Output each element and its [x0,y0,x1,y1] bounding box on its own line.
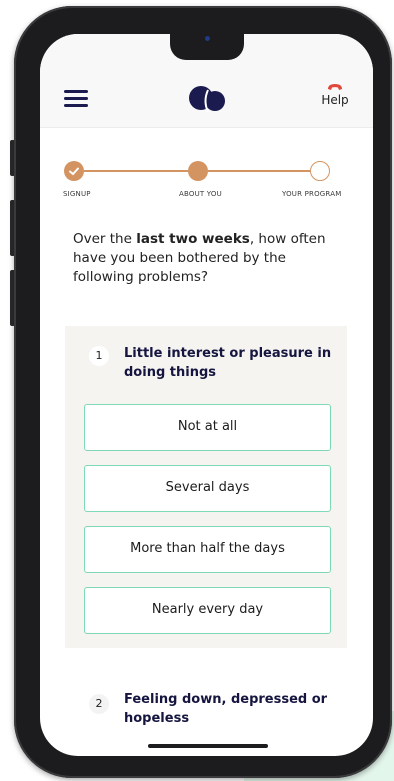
question-text: Feeling down, depressed or hopeless [124,692,328,726]
step-label-your-program: YOUR PROGRAM [282,190,342,198]
step-label-about-you: ABOUT YOU [179,190,222,198]
step-connector [84,170,188,172]
step-label-signup: SIGNUP [63,190,91,198]
home-indicator[interactable] [148,744,268,748]
answer-option-several-days[interactable]: Several days [84,465,331,512]
question-header: 1 Little interest or pleasure in doing t… [89,344,339,382]
hamburger-icon[interactable] [64,90,88,108]
brand-logo-icon[interactable] [188,84,228,114]
intro-text: Over the last two weeks, how often have … [73,231,326,285]
answer-option-nearly-every-day[interactable]: Nearly every day [84,587,331,634]
progress-stepper: SIGNUP ABOUT YOU YOUR PROGRAM [63,160,356,200]
stage: Help SIGNUP ABOUT YOU YOUR PROGRAM Over … [0,0,394,781]
question-number: 1 [89,346,109,366]
help-label: Help [321,93,349,107]
question-card: 1 Little interest or pleasure in doing t… [65,326,347,648]
question-text: Little interest or pleasure in doing thi… [124,346,332,380]
phone-icon [328,84,342,90]
step-current-icon [188,161,208,181]
step-connector [208,170,310,172]
step-done-icon [64,161,84,181]
help-button[interactable]: Help [315,82,355,118]
phone-screen: Help SIGNUP ABOUT YOU YOUR PROGRAM Over … [40,34,373,756]
notch [170,34,244,60]
answer-option-not-at-all[interactable]: Not at all [84,404,331,451]
answer-option-more-than-half[interactable]: More than half the days [84,526,331,573]
camera-icon [205,36,210,41]
question-number: 2 [89,694,109,714]
question-header: 2 Feeling down, depressed or hopeless [89,690,339,728]
step-upcoming-icon [310,161,330,181]
